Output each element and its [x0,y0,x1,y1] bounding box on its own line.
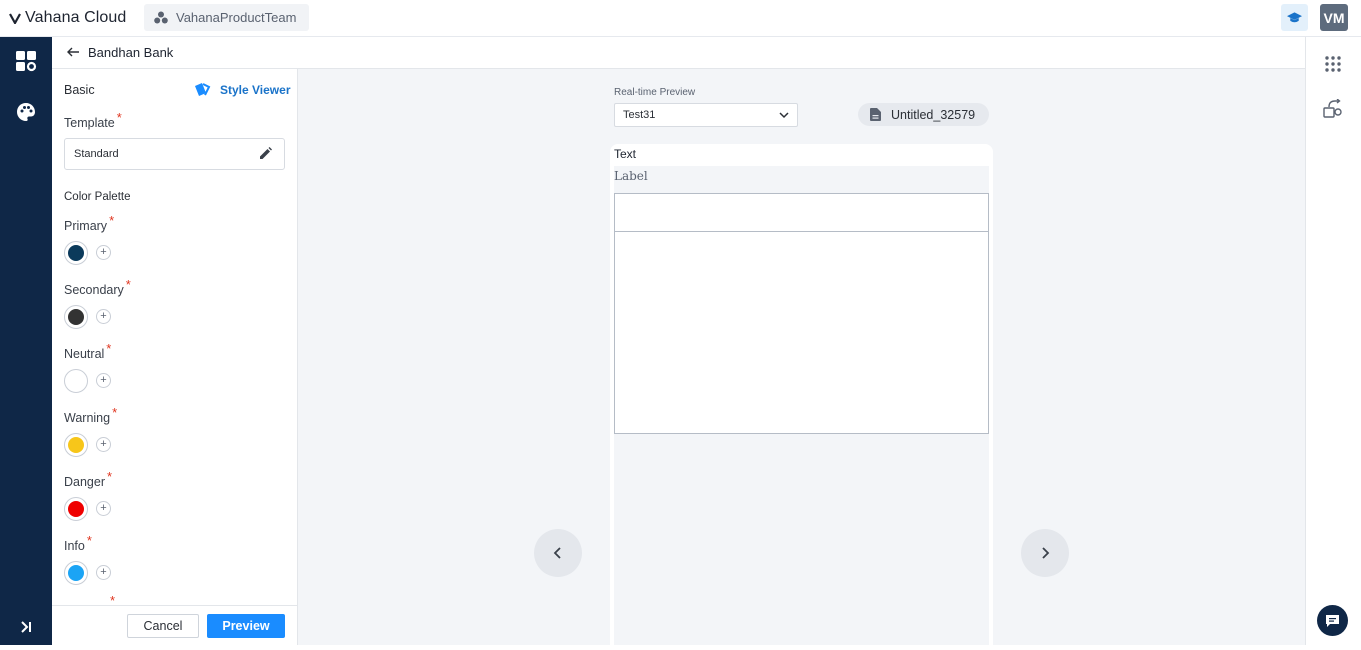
page-title: Bandhan Bank [88,45,174,60]
color-palette-label: Color Palette [64,191,131,203]
tab-basic[interactable]: Basic [64,83,95,97]
color-label-text: Primary [64,219,108,233]
swatch-fill [68,373,84,389]
color-label-text: Danger [64,475,105,489]
file-name-chip[interactable]: Untitled_32579 [858,103,989,126]
previous-page-button[interactable] [534,529,582,577]
cancel-button[interactable]: Cancel [127,614,199,638]
add-color-info-button[interactable]: + [96,565,111,580]
dashboard-settings-icon [16,51,37,72]
color-label-text: Secondary [64,283,124,297]
rail-expand-button[interactable] [0,604,52,650]
apps-grid-icon[interactable] [1325,56,1341,72]
color-swatch-neutral[interactable] [64,369,88,393]
preview-button[interactable]: Preview [207,614,285,638]
preview-field-label: Label [614,169,648,183]
back-arrow-icon[interactable] [66,45,80,59]
add-color-secondary-button[interactable]: + [96,309,111,324]
color-swatch-warning[interactable] [64,433,88,457]
app-name: Vahana Cloud [25,9,127,26]
required-mark: * [106,341,112,356]
chevron-left-icon [553,547,561,559]
expand-rail-icon [21,621,31,633]
style-viewer-icon [195,83,211,96]
vahana-logo-icon [9,13,21,24]
graduation-cap-icon [1287,11,1302,22]
required-mark: * [109,213,115,228]
form-select-value: Test31 [623,109,656,121]
add-color-primary-button[interactable]: + [96,245,111,260]
required-mark: * [86,533,92,548]
rail-item-theme[interactable] [0,89,52,135]
required-mark: * [116,110,122,125]
preview-component-title: Text [614,147,637,161]
document-icon [870,108,881,121]
swatch-fill [68,565,84,581]
add-color-danger-button[interactable]: + [96,501,111,516]
style-viewer-link[interactable]: Style Viewer [194,82,291,97]
color-swatch-danger[interactable] [64,497,88,521]
swatch-fill [68,437,84,453]
template-select[interactable]: Standard [64,138,285,170]
color-label-warning: Warning * [64,405,117,425]
color-label-info: Info * [64,533,92,553]
app-logo[interactable]: Vahana Cloud [9,8,126,28]
next-page-button[interactable] [1021,529,1069,577]
team-icon [154,11,168,24]
template-label: Template * [64,110,122,130]
user-avatar[interactable]: VM [1320,4,1348,31]
right-rail [1305,37,1361,645]
color-label-danger: Danger * [64,469,112,489]
chevron-right-icon [1042,547,1050,559]
color-label-primary: Primary * [64,213,114,233]
chevron-down-icon [779,112,789,119]
required-mark: * [112,405,118,420]
chat-bubble-icon [1326,614,1339,627]
breadcrumb: Bandhan Bank [52,37,1305,69]
sync-settings-icon[interactable] [1323,99,1343,119]
form-select[interactable]: Test31 [614,103,798,127]
add-color-warning-button[interactable]: + [96,437,111,452]
swatch-fill [68,501,84,517]
swatch-fill [68,245,84,261]
color-label-neutral: Neutral * [64,341,111,361]
color-label-text: Warning [64,411,111,425]
swatch-fill [68,309,84,325]
required-mark: * [125,277,131,292]
file-name: Untitled_32579 [891,107,976,122]
template-value: Standard [74,148,119,160]
color-swatch-secondary[interactable] [64,305,88,329]
top-bar: Vahana Cloud VahanaProductTeam VM [0,0,1361,37]
style-viewer-label: Style Viewer [220,82,291,97]
palette-icon [17,103,35,121]
template-label-text: Template [64,116,115,130]
team-selector[interactable]: VahanaProductTeam [144,4,309,31]
color-label-secondary: Secondary * [64,277,131,297]
required-mark: * [107,469,113,484]
color-label-text: Info [64,539,85,553]
color-swatch-primary[interactable] [64,241,88,265]
add-color-neutral-button[interactable]: + [96,373,111,388]
preview-header [614,144,989,166]
preview-text-input[interactable] [614,193,989,232]
learning-button[interactable] [1281,4,1308,31]
preview-text-area[interactable] [614,231,989,434]
color-swatch-info[interactable] [64,561,88,585]
realtime-preview-label: Real-time Preview [614,87,696,98]
edit-pencil-icon[interactable] [259,147,272,160]
color-label-text: Neutral [64,347,105,361]
chat-support-button[interactable] [1317,605,1348,636]
rail-item-dashboard[interactable] [0,38,52,84]
left-rail [0,37,52,645]
team-name: VahanaProductTeam [176,10,297,25]
